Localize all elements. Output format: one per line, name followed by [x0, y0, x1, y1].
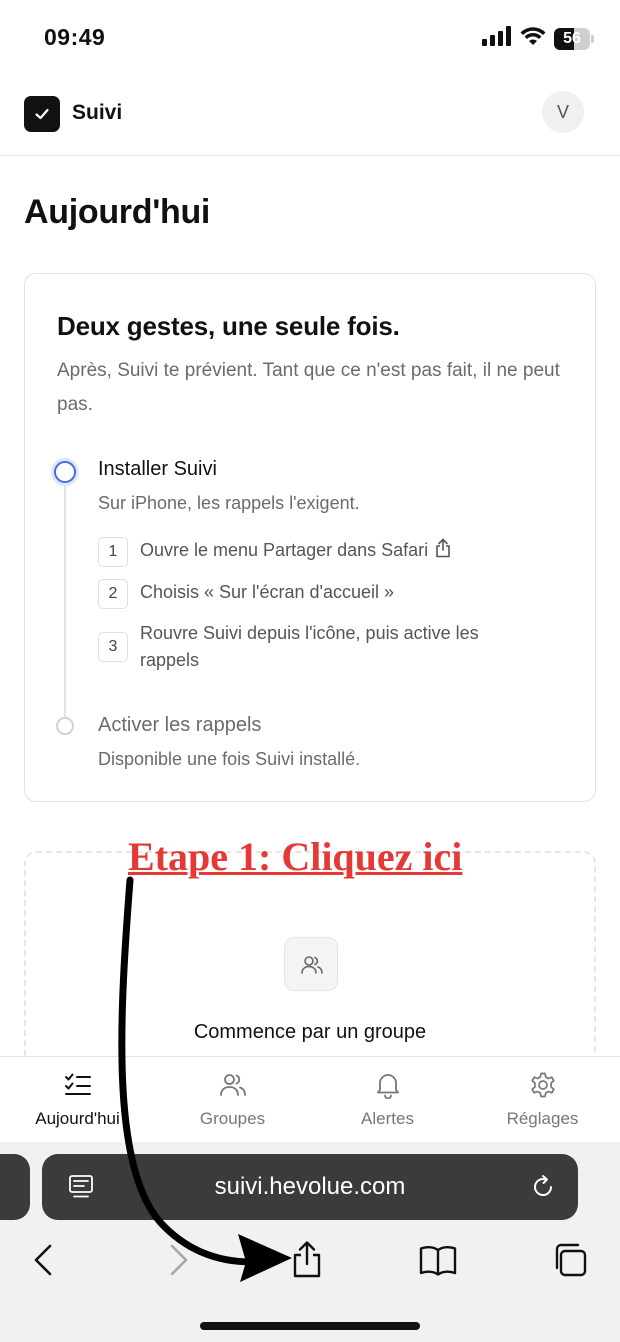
users-icon: [301, 956, 323, 974]
step-title-install: Installer Suivi: [98, 458, 217, 480]
step-description-install: Sur iPhone, les rappels l'exigent.: [98, 493, 360, 513]
substep-item: 2 Choisis « Sur l'écran d'accueil »: [98, 579, 530, 609]
back-button[interactable]: [24, 1240, 64, 1280]
home-indicator: [200, 1322, 420, 1330]
tabs-icon: [555, 1243, 587, 1277]
users-icon: [220, 1074, 246, 1096]
step-indicator-pending: [56, 717, 74, 735]
step-indicator-active: [54, 461, 76, 483]
app-logo[interactable]: [24, 96, 60, 132]
substep-text: Rouvre Suivi depuis l'icône, puis active…: [140, 623, 479, 670]
substep-text: Choisis « Sur l'écran d'accueil »: [140, 582, 394, 602]
bookmarks-button[interactable]: [418, 1240, 458, 1280]
wifi-icon: [520, 26, 546, 51]
status-time: 09:49: [44, 24, 106, 50]
bell-icon: [377, 1074, 399, 1099]
tab-settings[interactable]: Réglages: [465, 1057, 620, 1145]
checklist-icon: [65, 1073, 91, 1095]
share-button[interactable]: [287, 1240, 327, 1280]
address-bar[interactable]: suivi.hevolue.com: [42, 1154, 578, 1220]
status-bar: 09:49 56: [0, 0, 620, 76]
avatar[interactable]: V: [542, 91, 584, 133]
substep-item: 3 Rouvre Suivi depuis l'icône, puis acti…: [98, 620, 530, 674]
chevron-left-icon: [34, 1244, 52, 1276]
gear-icon: [531, 1072, 555, 1098]
url-text: suivi.hevolue.com: [214, 1173, 406, 1200]
substep-item: 1 Ouvre le menu Partager dans Safari: [98, 537, 530, 567]
onboarding-subtitle: Après, Suivi te prévient. Tant que ce n'…: [57, 360, 560, 415]
onboarding-title: Deux gestes, une seule fois.: [57, 311, 400, 341]
onboarding-card: Deux gestes, une seule fois. Après, Suiv…: [24, 273, 596, 802]
groups-empty-title: Commence par un groupe: [193, 1021, 427, 1043]
step-connector: [64, 482, 66, 718]
chevron-right-icon: [170, 1244, 188, 1276]
signal-icon: [482, 26, 512, 51]
substep-number: 1: [98, 537, 128, 567]
share-icon: [293, 1241, 321, 1278]
step-title-reminders: Activer les rappels: [98, 714, 262, 736]
app-name: Suivi: [72, 101, 123, 124]
previous-tab-preview[interactable]: [0, 1154, 30, 1220]
check-icon: [35, 108, 49, 120]
tab-label: Réglages: [506, 1109, 579, 1128]
book-icon: [419, 1245, 457, 1276]
tab-groups[interactable]: Groupes: [155, 1057, 310, 1145]
reload-icon[interactable]: [530, 1174, 556, 1205]
substep-number: 2: [98, 579, 128, 609]
browser-chrome: suivi.hevolue.com: [0, 1142, 620, 1342]
forward-button[interactable]: [158, 1240, 198, 1280]
tab-alerts[interactable]: Alertes: [310, 1057, 465, 1145]
tab-label: Groupes: [199, 1109, 266, 1128]
tab-label: Alertes: [361, 1109, 414, 1128]
tab-today[interactable]: Aujourd'hui: [0, 1057, 155, 1145]
substep-number: 3: [98, 632, 128, 662]
substep-text: Ouvre le menu Partager dans Safari: [140, 540, 429, 560]
tabs-button[interactable]: [550, 1240, 590, 1280]
app-header: Suivi V: [0, 76, 620, 156]
tab-label: Aujourd'hui: [35, 1109, 120, 1128]
group-icon-box: [284, 937, 338, 991]
battery-icon: 56: [554, 27, 594, 50]
annotation-label: Etape 1: Cliquez ici: [128, 834, 463, 879]
tab-bar: Aujourd'hui Groupes Alertes Réglages: [0, 1056, 620, 1144]
step-description-reminders: Disponible une fois Suivi installé.: [98, 749, 361, 769]
page-title: Aujourd'hui: [24, 193, 211, 231]
status-icons: 56: [482, 26, 594, 51]
share-icon: [434, 538, 452, 566]
battery-level: 56: [563, 29, 581, 47]
